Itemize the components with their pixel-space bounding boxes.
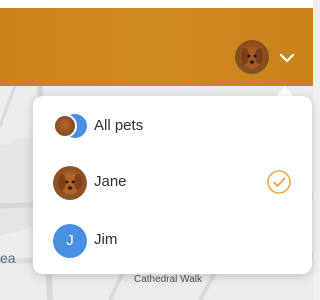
- chevron-down-icon[interactable]: [279, 52, 295, 64]
- menu-item-label: Jim: [94, 231, 118, 248]
- map-street-label: Cathedral Walk: [134, 274, 202, 285]
- menu-item-jim[interactable]: J Jim: [33, 212, 312, 268]
- dog-photo-icon: [53, 166, 87, 200]
- menu-item-label: Jane: [94, 173, 127, 190]
- combo-avatar: [53, 114, 93, 138]
- dog-photo-icon: [241, 47, 263, 69]
- status-strip: [0, 0, 313, 8]
- map-area-label: ea: [0, 250, 16, 266]
- pet-selector-menu: All pets Jane J Jim: [33, 96, 312, 274]
- initial-avatar: J: [53, 224, 87, 258]
- menu-item-all-pets[interactable]: All pets: [33, 98, 312, 154]
- check-circle-icon: [267, 170, 291, 194]
- app-header: [0, 8, 313, 86]
- pet-avatar-button[interactable]: [235, 40, 269, 74]
- dog-photo-icon: [53, 114, 77, 138]
- menu-item-jane[interactable]: Jane: [33, 154, 312, 210]
- menu-item-label: All pets: [94, 117, 144, 134]
